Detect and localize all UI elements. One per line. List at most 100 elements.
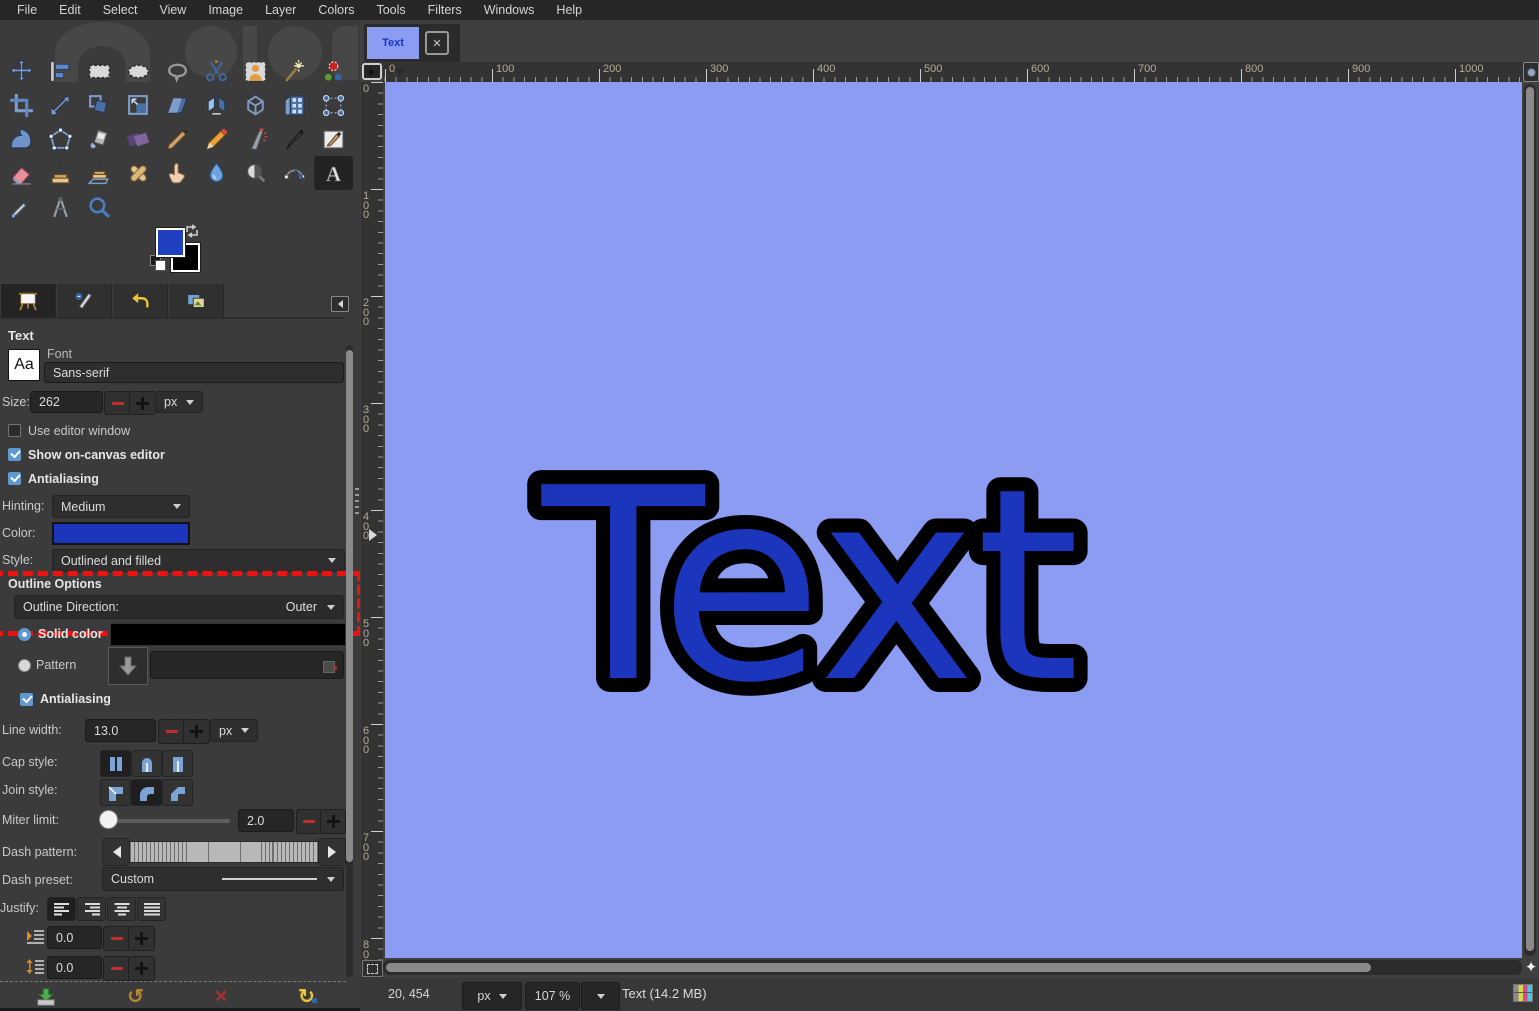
size-decrement-button[interactable] [104,391,131,415]
horizontal-ruler[interactable]: 01002003004005006007008009001000 [383,62,1539,82]
tool-smudge[interactable] [158,156,197,190]
delete-tool-preset-button[interactable]: ✕ [214,987,228,1007]
tool-3d-transform[interactable] [275,88,314,122]
canvas-text[interactable]: Text [538,431,1080,741]
miter-decrement-button[interactable] [296,809,322,834]
tool-mypaint-brush[interactable] [314,122,353,156]
scrollbar-thumb[interactable] [386,963,1371,972]
menu-view[interactable]: View [148,1,197,19]
menu-help[interactable]: Help [545,1,593,19]
canvas-image[interactable]: Text [385,82,1522,958]
line-width-unit-select[interactable]: px [210,719,258,742]
tool-align[interactable] [41,54,80,88]
tool-shear[interactable] [158,88,197,122]
antialiasing-checkbox[interactable] [8,472,21,485]
line-spacing-increment-button[interactable] [128,956,155,981]
line-spacing-input[interactable]: 0.0 [47,956,102,979]
tool-text[interactable] [314,156,353,190]
line-width-decrement-button[interactable] [158,719,185,744]
size-input[interactable]: 262 [30,391,103,413]
cap-style-round-button[interactable] [131,750,162,777]
status-corner-icon[interactable] [1513,984,1533,1002]
navigation-button[interactable]: ✦ [1523,958,1539,975]
tool-fuzzy-select[interactable] [275,54,314,88]
foreground-color-swatch[interactable] [156,228,185,257]
tool-bucket-fill[interactable] [80,122,119,156]
tool-options-scrollbar[interactable] [346,345,353,977]
tool-warp[interactable] [2,122,41,156]
pattern-preview-button[interactable] [108,647,148,685]
dash-preset-select[interactable]: Custom [102,867,344,891]
menu-select[interactable]: Select [92,1,149,19]
position-unit-select[interactable]: px [462,982,522,1010]
join-style-miter-button[interactable] [100,779,131,806]
join-style-round-button[interactable] [131,779,162,806]
dock-tab-device-status[interactable] [57,284,112,317]
tool-handle-transform[interactable] [314,88,353,122]
pattern-radio[interactable] [18,659,31,672]
cap-style-square-button[interactable] [162,750,193,777]
outline-color-swatch-button[interactable] [110,623,346,646]
font-name-field[interactable]: Sans-serif [44,362,344,383]
menu-colors[interactable]: Colors [307,1,365,19]
line-spacing-decrement-button[interactable] [103,956,130,981]
use-editor-window-checkbox[interactable] [8,424,21,437]
image-tab-close-button[interactable]: ✕ [425,31,449,55]
tool-pencil[interactable] [197,122,236,156]
panel-resize-grip[interactable] [355,488,359,514]
scrollbar-thumb[interactable] [1526,87,1534,951]
menu-file[interactable]: File [6,1,48,19]
menu-filters[interactable]: Filters [417,1,473,19]
tool-zoom[interactable] [80,190,119,224]
zoom-level-input[interactable]: 107 % [525,982,580,1010]
tool-cage[interactable] [41,122,80,156]
tool-airbrush[interactable] [236,122,275,156]
miter-limit-slider-track[interactable] [112,819,230,823]
tool-rotate[interactable] [80,88,119,122]
tool-crop[interactable] [2,88,41,122]
justify-fill-button[interactable] [137,897,166,921]
tool-measure[interactable] [41,190,80,224]
vertical-scrollbar[interactable] [1524,84,1536,956]
scrollbar-thumb[interactable] [346,350,353,862]
tool-scissors[interactable] [197,54,236,88]
tool-blur-sharpen[interactable] [197,156,236,190]
tool-color-picker[interactable] [2,190,41,224]
tool-foreground-select[interactable] [236,54,275,88]
justify-left-button[interactable] [47,897,76,921]
menu-image[interactable]: Image [197,1,254,19]
pattern-name-field[interactable] [150,651,344,679]
tool-perspective[interactable] [236,88,275,122]
miter-limit-input[interactable]: 2.0 [238,809,294,832]
menu-tools[interactable]: Tools [365,1,416,19]
quick-mask-toggle-button[interactable] [362,960,383,977]
menu-layer[interactable]: Layer [254,1,307,19]
zoom-select-button[interactable] [581,982,620,1010]
tool-unified-transform[interactable] [41,88,80,122]
dock-tab-undo-history[interactable] [113,284,168,317]
tool-free-select[interactable] [158,54,197,88]
dock-tab-images[interactable] [169,284,224,317]
tool-ellipse-select[interactable] [119,54,158,88]
show-on-canvas-editor-checkbox[interactable] [8,448,21,461]
save-tool-preset-button[interactable] [35,986,57,1008]
vertical-ruler[interactable]: 0100200300400500600700800 [361,82,383,978]
menu-windows[interactable]: Windows [473,1,546,19]
hinting-select[interactable]: Medium [52,495,190,518]
miter-increment-button[interactable] [320,809,346,834]
outline-antialiasing-checkbox[interactable] [20,693,33,706]
indent-input[interactable]: 0.0 [47,926,102,949]
tool-scale[interactable] [119,88,158,122]
tool-rect-select[interactable] [80,54,119,88]
indent-decrement-button[interactable] [103,926,130,951]
miter-limit-slider-knob[interactable] [99,810,118,829]
restore-tool-preset-button[interactable]: ↺ [127,987,144,1007]
tool-eraser[interactable] [2,156,41,190]
line-width-increment-button[interactable] [183,719,210,744]
justify-right-button[interactable] [77,897,106,921]
font-preview-button[interactable]: Aa [8,349,40,381]
justify-center-button[interactable] [107,897,136,921]
tool-clone[interactable] [41,156,80,190]
dock-tab-tool-options[interactable] [1,284,56,317]
solid-color-radio[interactable] [18,628,31,641]
